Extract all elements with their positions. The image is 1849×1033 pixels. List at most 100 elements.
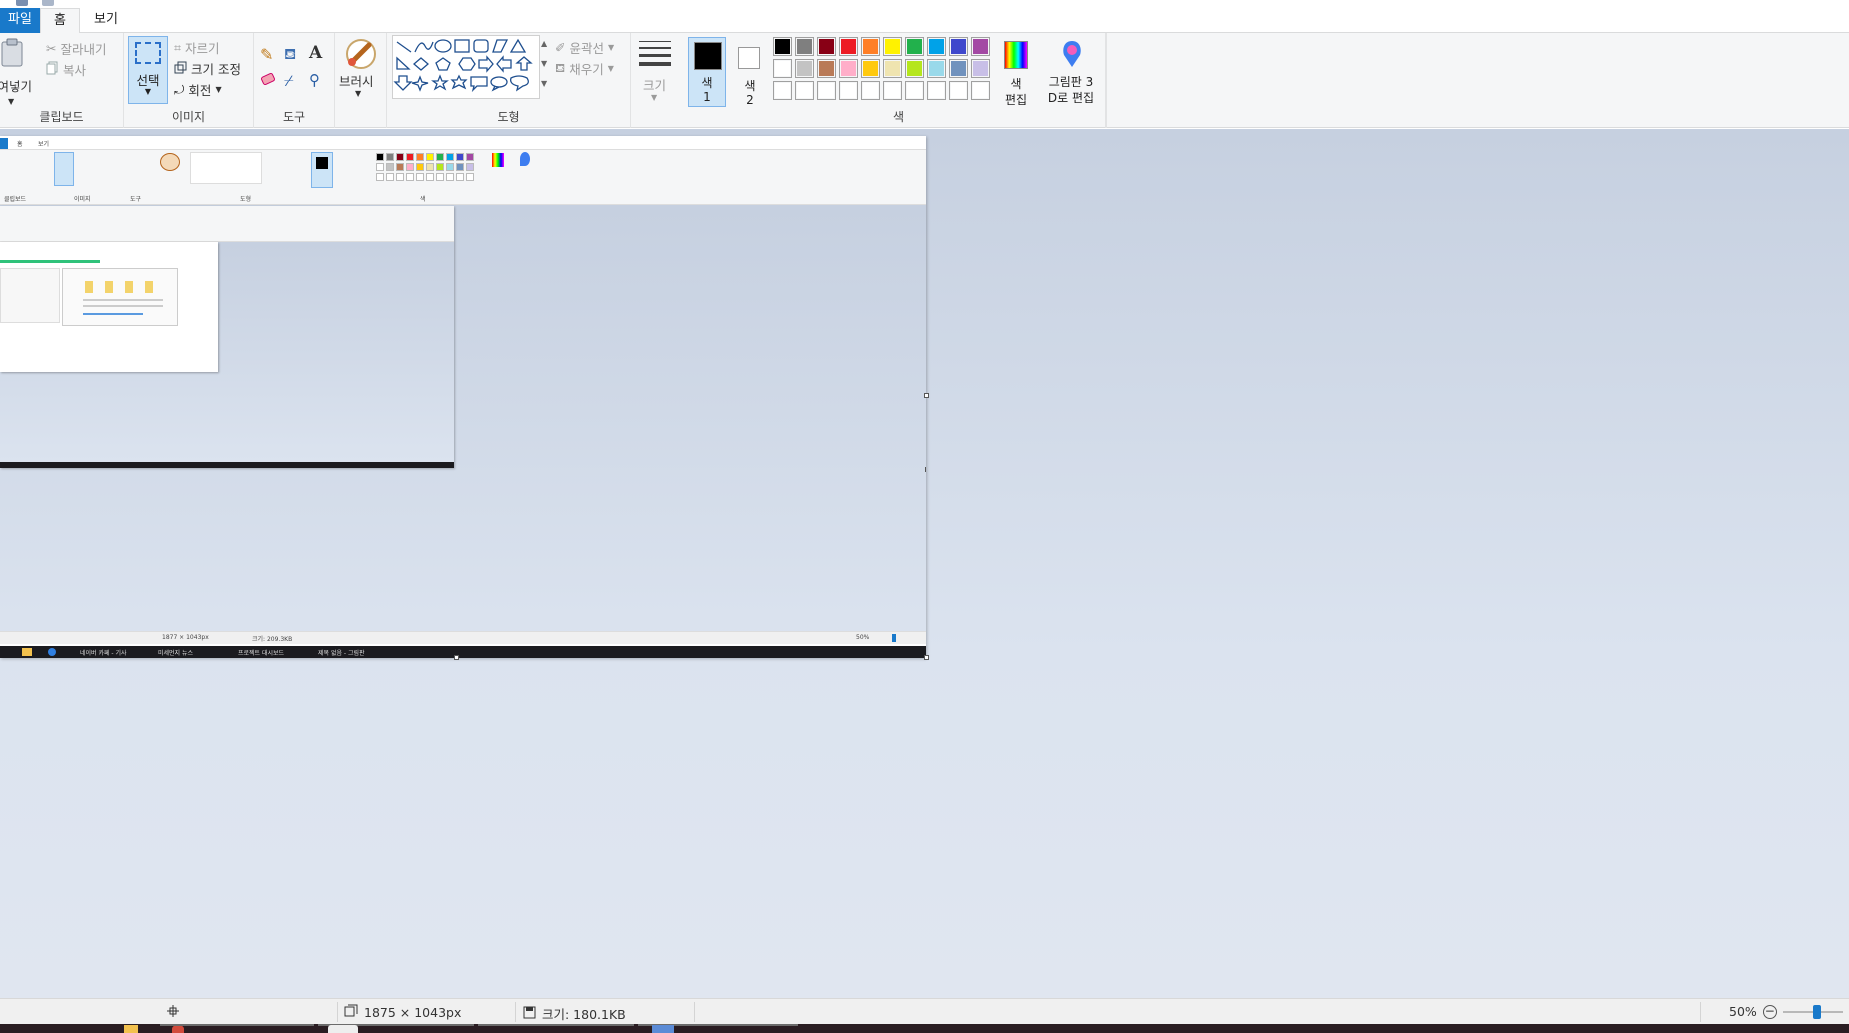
zoom-slider[interactable] (1782, 1004, 1843, 1019)
color-swatch[interactable] (795, 81, 814, 100)
color-swatch[interactable] (949, 59, 968, 78)
resize-icon (174, 61, 187, 77)
nested-color1 (311, 152, 333, 188)
color-swatch[interactable] (927, 81, 946, 100)
nested-color-swatch (446, 173, 454, 181)
size-group[interactable]: 크기 ▼ (631, 33, 681, 128)
shapes-gallery[interactable] (392, 35, 540, 99)
nested-folder-icon (22, 648, 32, 656)
cut-button[interactable]: ✂ 잘라내기 (46, 39, 107, 58)
nested-canvas (0, 206, 454, 468)
nested-color-swatch (406, 153, 414, 161)
color1-label: 색 (701, 76, 713, 90)
color-picker-icon[interactable]: ⌿ (284, 71, 294, 91)
nested-color-swatch (396, 173, 404, 181)
chevron-down-icon[interactable]: ▼ (541, 59, 547, 68)
color-swatch[interactable] (773, 37, 792, 56)
undo-icon[interactable] (42, 0, 54, 6)
color-swatch[interactable] (927, 59, 946, 78)
color-swatch[interactable] (839, 81, 858, 100)
tab-file[interactable]: 파일 (0, 8, 40, 33)
crop-icon: ⌗ (174, 39, 182, 55)
paint3d-line2: D로 편집 (1047, 91, 1095, 105)
paint3d-button[interactable]: 그림판 3 D로 편집 (1040, 37, 1102, 109)
rotate-button[interactable]: ⤾ 회전 ▼ (174, 80, 222, 99)
nested-color-swatch (446, 163, 454, 171)
colors-group-label: 색 (892, 110, 905, 124)
color1-button[interactable]: 색 1 (688, 37, 726, 107)
color-swatch[interactable] (773, 81, 792, 100)
text-tool-icon[interactable]: A (309, 43, 322, 63)
zoom-slider-thumb[interactable] (1812, 1004, 1821, 1019)
disk-icon (523, 1006, 536, 1022)
select-button[interactable]: 선택 ▼ (128, 36, 168, 104)
color-swatch[interactable] (949, 37, 968, 56)
zoom-out-icon[interactable]: − (1762, 1004, 1777, 1019)
color-swatch[interactable] (817, 37, 836, 56)
copy-icon (46, 61, 59, 78)
color-swatch[interactable] (861, 37, 880, 56)
chevron-down-icon: ▼ (8, 97, 15, 106)
save-icon[interactable] (16, 0, 28, 6)
color-swatch[interactable] (861, 81, 880, 100)
color-swatch[interactable] (839, 37, 858, 56)
color-swatch[interactable] (883, 37, 902, 56)
taskbar-app-3[interactable] (478, 1024, 634, 1033)
edit-colors-button[interactable]: 색 편집 (996, 37, 1036, 107)
color-swatch[interactable] (971, 81, 990, 100)
chevron-up-icon[interactable]: ▲ (541, 39, 547, 48)
fill-button[interactable]: ⛾ 채우기 ▼ (555, 59, 614, 78)
paste-button[interactable]: 붙여넣기 ▼ (0, 37, 32, 106)
taskbar-app-1[interactable] (160, 1024, 314, 1033)
canvas-resize-handle-bottom[interactable] (454, 655, 459, 660)
nested-color-swatch (456, 173, 464, 181)
crop-button[interactable]: ⌗ 자르기 (174, 38, 220, 57)
resize-button[interactable]: 크기 조정 (174, 59, 241, 78)
clipboard-group: 붙여넣기 ▼ ✂ 잘라내기 복사 클립보드 (0, 33, 124, 128)
nested-color-swatch (456, 163, 464, 171)
nested-taskbar-app-4: 제목 없음 - 그림판 (318, 650, 365, 657)
nested-color-swatch (406, 163, 414, 171)
nested-color-swatch (436, 173, 444, 181)
color-swatch[interactable] (795, 59, 814, 78)
cursor-position-icon (166, 1004, 180, 1021)
brush-icon[interactable] (343, 37, 379, 71)
copy-button[interactable]: 복사 (46, 60, 86, 79)
pencil-icon[interactable]: ✎ (260, 45, 273, 64)
nested2-canvas (0, 242, 218, 372)
nested3-window (62, 268, 178, 326)
color-swatch[interactable] (839, 59, 858, 78)
magnifier-icon[interactable]: ⚲ (309, 71, 320, 89)
paint3d-icon (1060, 39, 1084, 73)
color-swatch[interactable] (883, 59, 902, 78)
color-swatch[interactable] (795, 37, 814, 56)
tab-home[interactable]: 홈 (40, 8, 80, 34)
color-swatch[interactable] (971, 59, 990, 78)
canvas-resize-handle-corner[interactable] (924, 655, 929, 660)
brush-label: 브러시 (339, 74, 374, 89)
fill-bucket-icon[interactable]: ⛾ (284, 45, 296, 65)
chevron-down-icon[interactable]: ▼ (355, 89, 361, 98)
eraser-icon[interactable] (260, 73, 276, 85)
outline-label: 윤곽선 (569, 41, 604, 56)
color-swatch[interactable] (905, 81, 924, 100)
color2-button[interactable]: 색 2 (732, 37, 768, 107)
color-swatch[interactable] (905, 59, 924, 78)
color-swatch[interactable] (971, 37, 990, 56)
color-swatch[interactable] (905, 37, 924, 56)
color-swatch[interactable] (861, 59, 880, 78)
color-swatch[interactable] (883, 81, 902, 100)
expand-gallery-icon[interactable]: ▼ (541, 79, 547, 88)
image-canvas[interactable]: 홈 보기 클립보드 이미지 도구 도형 색 1877 × 1043px 크기: … (0, 136, 926, 658)
nested-color-swatch (416, 153, 424, 161)
color-swatch[interactable] (949, 81, 968, 100)
tab-view[interactable]: 보기 (86, 8, 126, 33)
folder-icon[interactable] (124, 1025, 138, 1033)
color-swatch[interactable] (773, 59, 792, 78)
color-swatch[interactable] (817, 59, 836, 78)
canvas-resize-handle-right[interactable] (924, 393, 929, 398)
color-swatch[interactable] (927, 37, 946, 56)
color-swatch[interactable] (817, 81, 836, 100)
nested-color-swatch (466, 153, 474, 161)
outline-button[interactable]: ✐ 윤곽선 ▼ (555, 38, 614, 57)
